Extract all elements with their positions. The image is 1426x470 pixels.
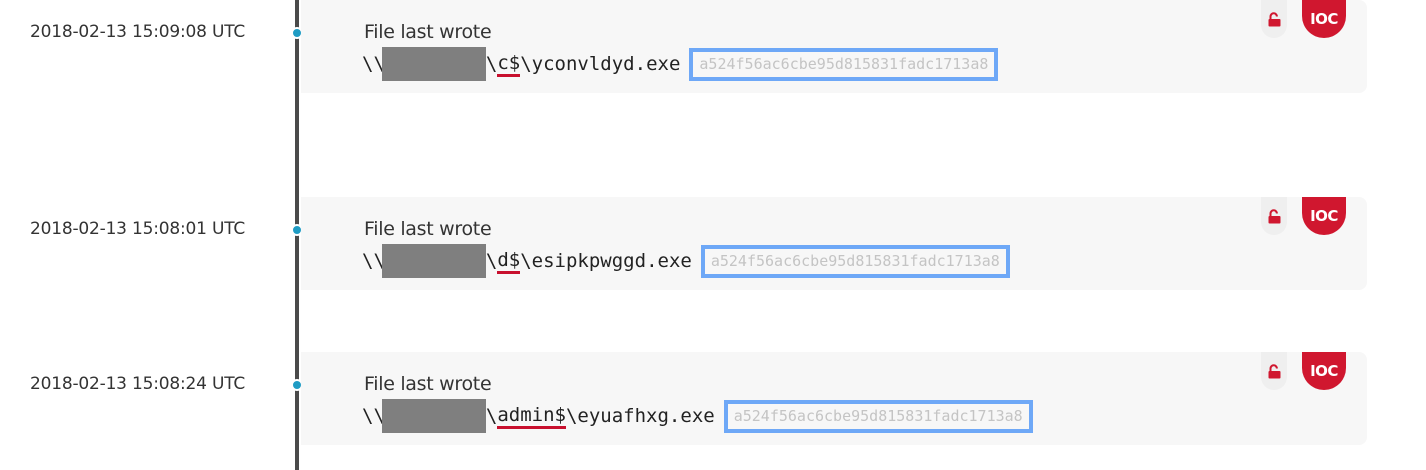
file-name: \yconvldyd.exe: [520, 53, 681, 75]
file-path: \\ \ c$ \yconvldyd.exe a524f56ac6cbe95d8158…: [362, 47, 999, 81]
unlock-button[interactable]: [1261, 352, 1287, 390]
timeline-event: 2018-02-13 15:08:01 UTC File last wrote …: [0, 197, 1426, 291]
file-hash[interactable]: a524f56ac6cbe95d815831fadc1713a8: [689, 47, 999, 81]
ioc-badge[interactable]: IOC: [1302, 352, 1346, 390]
event-timestamp: 2018-02-13 15:09:08 UTC: [30, 22, 246, 42]
unlock-icon: [1268, 363, 1280, 378]
redacted-hostname: [381, 47, 486, 81]
share-name: d$: [497, 249, 521, 274]
file-name: \eyuafhxg.exe: [565, 405, 715, 427]
event-card[interactable]: File last wrote \\ \ c$ \yconvldyd.exe a524…: [301, 0, 1367, 93]
event-timestamp: 2018-02-13 15:08:01 UTC: [30, 219, 246, 239]
redacted-hostname: [381, 244, 486, 278]
redacted-hostname: [381, 399, 486, 433]
share-name: admin$: [497, 404, 566, 429]
timeline: 2018-02-13 15:08:01 UTC File last wrote …: [0, 0, 1426, 470]
event-title: File last wrote: [364, 218, 492, 240]
event-title: File last wrote: [364, 373, 492, 395]
share-separator: \: [485, 250, 498, 272]
event-timestamp: 2018-02-13 15:08:24 UTC: [30, 374, 246, 394]
event-title: File last wrote: [364, 21, 492, 43]
share-name: c$: [497, 52, 521, 77]
timeline-event: 2018-02-13 15:08:24 UTC File last wrote …: [0, 352, 1426, 446]
file-path: \\ \ d$ \esipkpwggd.exe a524f56ac6cbe95d815…: [362, 244, 1010, 278]
unlock-button[interactable]: [1261, 197, 1287, 235]
event-card[interactable]: File last wrote \\ \ d$ \esipkpwggd.exe a52…: [301, 197, 1367, 290]
share-separator: \: [485, 53, 498, 75]
unlock-icon: [1268, 208, 1280, 223]
file-hash[interactable]: a524f56ac6cbe95d815831fadc1713a8: [700, 244, 1010, 278]
unlock-button[interactable]: [1261, 0, 1287, 38]
file-name: \esipkpwggd.exe: [520, 250, 692, 272]
ioc-badge[interactable]: IOC: [1302, 197, 1346, 235]
event-card[interactable]: File last wrote \\ \ admin$ \eyuafhxg.exe a…: [301, 352, 1367, 445]
share-separator: \: [485, 405, 498, 427]
timeline-event: 2018-02-13 15:09:08 UTC File last wrote …: [0, 0, 1426, 94]
file-path: \\ \ admin$ \eyuafhxg.exe a524f56ac6cbe95d8…: [362, 399, 1033, 433]
file-hash[interactable]: a524f56ac6cbe95d815831fadc1713a8: [723, 399, 1033, 433]
unlock-icon: [1268, 11, 1280, 26]
ioc-badge[interactable]: IOC: [1302, 0, 1346, 38]
